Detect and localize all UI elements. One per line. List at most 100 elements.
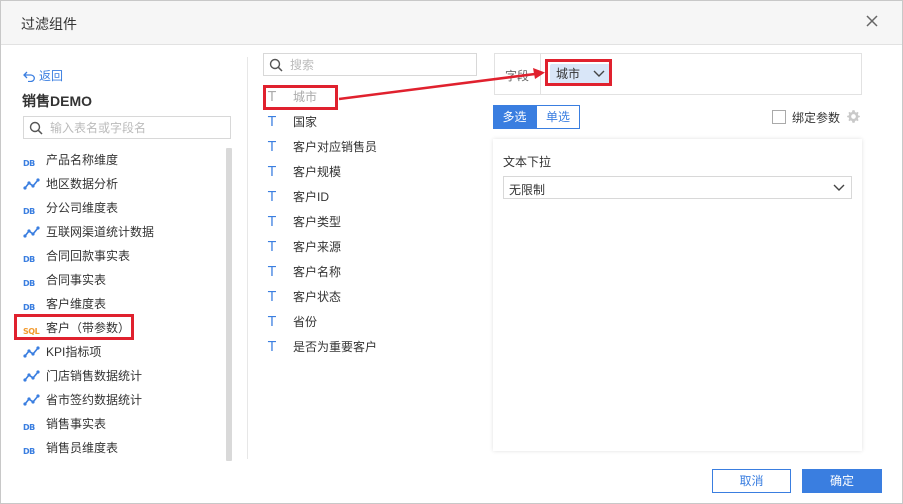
analysis-chart-icon xyxy=(23,370,40,382)
database-table-icon: DB xyxy=(23,255,35,264)
table-list: DB 产品名称维度 地区数据分析 DB 分公司维度表互联网渠道统计数据 DB 合同回款事实表… xyxy=(23,148,223,460)
table-list-item[interactable]: DB 合同事实表 xyxy=(23,268,223,292)
table-list-item[interactable]: DB 客户维度表 xyxy=(23,292,223,316)
field-item-label: 客户状态 xyxy=(293,290,342,304)
confirm-button[interactable]: 确定 xyxy=(802,469,882,493)
field-list-item[interactable]: T 省份 xyxy=(268,310,478,335)
database-table-icon: DB xyxy=(23,303,35,312)
database-table-icon: DB xyxy=(23,423,35,432)
gear-icon[interactable] xyxy=(846,109,861,124)
table-panel: 返回 销售DEMO DB 产品名称维度地区数据分析 DB 分公司维度表互联网渠道统计数… xyxy=(15,61,235,461)
text-field-type-icon: T xyxy=(268,265,276,280)
field-list-item[interactable]: T 国家 xyxy=(268,110,478,135)
field-list-item[interactable]: T 客户ID xyxy=(268,185,478,210)
field-list-item[interactable]: T 客户规模 xyxy=(268,160,478,185)
panel-divider xyxy=(247,57,248,459)
table-item-label: 地区数据分析 xyxy=(46,177,119,191)
table-search-input[interactable] xyxy=(50,119,225,136)
table-search-box[interactable] xyxy=(23,116,231,139)
selected-field-chip[interactable]: 城市 xyxy=(550,64,612,84)
field-item-label: 客户规模 xyxy=(293,165,342,179)
field-list-item[interactable]: T 客户类型 xyxy=(268,210,478,235)
bind-param-label: 绑定参数 xyxy=(792,111,841,125)
text-field-type-icon: T xyxy=(268,140,276,155)
field-search-box[interactable] xyxy=(263,53,477,76)
multi-select-button[interactable]: 多选 xyxy=(493,105,536,129)
field-item-label: 客户ID xyxy=(293,190,330,204)
field-item-label: 国家 xyxy=(293,115,318,129)
table-list-item[interactable]: DB 销售员维度表 xyxy=(23,436,223,460)
back-label: 返回 xyxy=(39,69,64,83)
dialog-header: 过滤组件 xyxy=(1,1,902,45)
chevron-down-icon[interactable] xyxy=(593,70,605,78)
text-field-type-icon: T xyxy=(268,315,276,330)
table-list-item[interactable]: DB 合同回款事实表 xyxy=(23,244,223,268)
field-list-item[interactable]: T 城市 xyxy=(268,85,478,110)
field-label: 字段 xyxy=(505,69,530,83)
field-list-item[interactable]: T 客户对应销售员 xyxy=(268,135,478,160)
search-icon xyxy=(29,121,43,135)
selected-field-label: 城市 xyxy=(556,67,581,81)
table-list-item[interactable]: DB 销售事实表 xyxy=(23,412,223,436)
field-item-label: 客户来源 xyxy=(293,240,342,254)
text-field-type-icon: T xyxy=(268,190,276,205)
control-type-label: 文本下拉 xyxy=(503,155,552,169)
analysis-chart-icon xyxy=(23,394,40,406)
table-list-item[interactable]: SQL 客户（带参数） xyxy=(23,316,223,340)
filter-component-dialog: 过滤组件 返回 销售DEMO DB 产品名称维度地区数据分析 DB 分公司维度表互联网… xyxy=(0,0,903,504)
field-item-label: 省份 xyxy=(293,315,318,329)
field-list-item[interactable]: T 客户来源 xyxy=(268,235,478,260)
text-field-type-icon: T xyxy=(268,115,276,130)
field-box-separator xyxy=(540,54,541,94)
cancel-button[interactable]: 取消 xyxy=(712,469,791,493)
table-list-item[interactable]: 互联网渠道统计数据 xyxy=(23,220,223,244)
field-item-label: 客户名称 xyxy=(293,265,342,279)
chevron-down-icon xyxy=(833,184,845,191)
table-item-label: KPI指标项 xyxy=(46,345,102,359)
table-item-label: 互联网渠道统计数据 xyxy=(46,225,155,239)
table-item-label: 客户维度表 xyxy=(46,297,107,311)
table-item-label: 销售事实表 xyxy=(46,417,107,431)
database-table-icon: DB xyxy=(23,207,35,216)
single-select-button[interactable]: 单选 xyxy=(536,105,580,129)
table-list-scrollbar[interactable] xyxy=(226,148,232,461)
table-item-label: 销售员维度表 xyxy=(46,441,119,455)
analysis-chart-icon xyxy=(23,346,40,358)
field-list-item[interactable]: T 客户状态 xyxy=(268,285,478,310)
text-field-type-icon: T xyxy=(268,240,276,255)
database-table-icon: DB xyxy=(23,447,35,456)
field-drop-box[interactable]: 字段 城市 xyxy=(494,53,862,95)
text-field-type-icon: T xyxy=(268,290,276,305)
limit-value: 无限制 xyxy=(509,183,546,197)
back-link[interactable]: 返回 xyxy=(23,67,63,84)
table-item-label: 合同事实表 xyxy=(46,273,107,287)
field-item-label: 是否为重要客户 xyxy=(293,340,378,354)
limit-dropdown[interactable]: 无限制 xyxy=(503,176,852,199)
bind-param-checkbox[interactable] xyxy=(772,110,786,124)
table-list-item[interactable]: DB 分公司维度表 xyxy=(23,196,223,220)
table-item-label: 省市签约数据统计 xyxy=(46,393,143,407)
close-icon[interactable] xyxy=(864,13,880,29)
table-item-label: 合同回款事实表 xyxy=(46,249,131,263)
field-search-input[interactable] xyxy=(290,56,470,73)
table-list-item[interactable]: 门店销售数据统计 xyxy=(23,364,223,388)
analysis-chart-icon xyxy=(23,226,40,238)
field-item-label: 客户对应销售员 xyxy=(293,140,378,154)
back-arrow-icon xyxy=(23,71,35,83)
field-list-item[interactable]: T 客户名称 xyxy=(268,260,478,285)
table-item-label: 门店销售数据统计 xyxy=(46,369,143,383)
table-item-label: 分公司维度表 xyxy=(46,201,119,215)
table-list-item[interactable]: KPI指标项 xyxy=(23,340,223,364)
text-field-type-icon: T xyxy=(268,90,276,105)
table-list-item[interactable]: 地区数据分析 xyxy=(23,172,223,196)
analysis-chart-icon xyxy=(23,178,40,190)
field-list-item[interactable]: T 是否为重要客户 xyxy=(268,335,478,360)
field-item-label: 客户类型 xyxy=(293,215,342,229)
dialog-title: 过滤组件 xyxy=(21,16,77,32)
table-list-item[interactable]: 省市签约数据统计 xyxy=(23,388,223,412)
field-item-label: 城市 xyxy=(293,90,318,104)
database-table-icon: DB xyxy=(23,159,35,168)
table-item-label: 产品名称维度 xyxy=(46,153,119,167)
package-name: 销售DEMO xyxy=(22,93,92,109)
table-list-item[interactable]: DB 产品名称维度 xyxy=(23,148,223,172)
